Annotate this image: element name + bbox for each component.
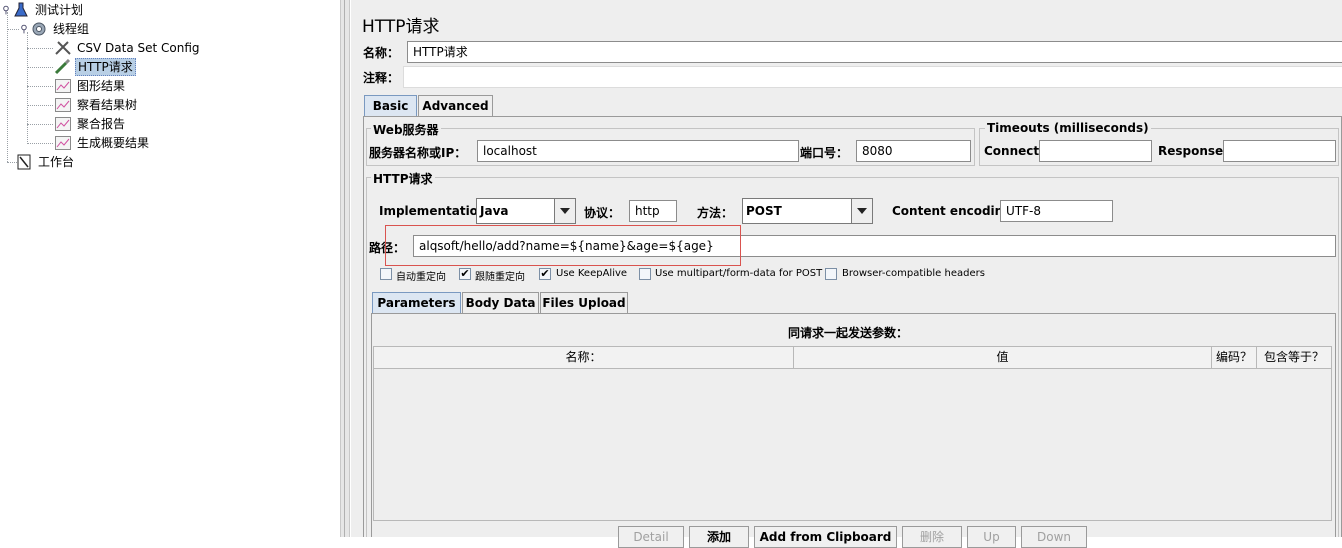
parameters-table: 名称： 值 编码？ 包含等于？ <box>373 346 1332 521</box>
multipart-checkbox[interactable] <box>639 268 651 280</box>
follow-redirects-label: 跟随重定向 <box>475 272 525 283</box>
down-button[interactable]: Down <box>1021 526 1087 548</box>
up-button[interactable]: Up <box>967 526 1016 548</box>
wrench-scissors-icon <box>54 40 72 56</box>
tab-parameters[interactable]: Parameters <box>372 292 461 313</box>
server-label: 服务器名称或IP： <box>369 146 467 160</box>
detail-button[interactable]: Detail <box>618 526 684 548</box>
web-server-group-title: Web服务器 <box>371 121 441 138</box>
follow-redirects-checkbox[interactable]: ✔ <box>459 268 471 280</box>
multipart-label: Use multipart/form-data for POST <box>655 268 823 279</box>
tree-node-http-request[interactable]: HTTP请求 <box>54 58 136 76</box>
connect-input[interactable] <box>1039 140 1152 162</box>
tab-advanced[interactable]: Advanced <box>418 95 493 116</box>
encoding-input[interactable]: UTF-8 <box>1000 200 1113 222</box>
timeouts-group-title: Timeouts (milliseconds) <box>985 121 1151 135</box>
pipette-icon <box>54 59 72 75</box>
tree-node-summary-results[interactable]: 生成概要结果 <box>54 134 151 152</box>
tree-line <box>27 143 53 144</box>
auto-redirect-checkbox[interactable] <box>380 268 392 280</box>
port-input[interactable]: 8080 <box>856 140 971 162</box>
comment-label: 注释： <box>363 71 400 85</box>
server-input[interactable]: localhost <box>477 140 799 162</box>
delete-button[interactable]: 删除 <box>902 526 962 548</box>
tree-line <box>7 12 8 162</box>
protocol-input[interactable]: http <box>629 200 677 222</box>
graph-results-icon <box>54 116 72 132</box>
protocol-label: 协议： <box>584 206 621 220</box>
tree-label: 测试计划 <box>35 3 84 17</box>
tree-label: 工作台 <box>38 155 75 169</box>
implementation-value: Java <box>480 204 509 218</box>
tree-node-thread-group[interactable]: ⚲ 线程组 <box>18 20 91 38</box>
tree-line <box>27 86 53 87</box>
tab-files-upload[interactable]: Files Upload <box>540 292 628 313</box>
tab-basic[interactable]: Basic <box>364 95 417 116</box>
connect-label: Connect: <box>984 144 1044 158</box>
encoding-label: Content encoding: <box>892 204 1017 218</box>
tree-node-test-plan[interactable]: ⚲ 测试计划 <box>0 1 85 19</box>
tree-label: 图形结果 <box>77 79 126 93</box>
expand-handle-icon[interactable]: ⚲ <box>0 5 12 16</box>
column-header-name[interactable]: 名称： <box>374 347 794 369</box>
tree-node-view-results-tree[interactable]: 察看结果树 <box>54 96 139 114</box>
graph-results-icon <box>54 97 72 113</box>
http-request-group-title: HTTP请求 <box>371 170 435 187</box>
http-request-panel: HTTP请求 名称： HTTP请求 注释： Basic Advanced Web… <box>351 0 1342 548</box>
tree-line <box>27 48 53 49</box>
split-pane-divider[interactable] <box>340 0 350 537</box>
method-value: POST <box>746 204 782 218</box>
column-header-encode[interactable]: 编码？ <box>1212 347 1257 369</box>
expand-handle-icon[interactable]: ⚲ <box>18 24 30 35</box>
name-label: 名称： <box>363 46 400 60</box>
column-header-include-equals[interactable]: 包含等于？ <box>1257 347 1331 369</box>
tree-label: 察看结果树 <box>77 98 138 112</box>
tree-node-csv-config[interactable]: CSV Data Set Config <box>54 39 202 57</box>
tree-node-graph-results[interactable]: 图形结果 <box>54 77 127 95</box>
highlight-box <box>385 225 741 266</box>
tree-label: 线程组 <box>53 22 90 36</box>
column-header-value[interactable]: 值 <box>794 347 1212 369</box>
gear-icon <box>30 21 48 37</box>
browser-headers-label: Browser-compatible headers <box>842 268 985 279</box>
response-label: Response: <box>1158 144 1228 158</box>
add-button[interactable]: 添加 <box>689 526 749 548</box>
params-caption: 同请求一起发送参数： <box>788 326 909 340</box>
flask-icon <box>12 2 30 18</box>
graph-results-icon <box>54 135 72 151</box>
implementation-label: Implementation: <box>379 204 492 218</box>
divider-line <box>344 0 345 537</box>
chevron-down-icon[interactable] <box>851 199 872 223</box>
tab-body-data[interactable]: Body Data <box>462 292 539 313</box>
response-input[interactable] <box>1223 140 1336 162</box>
port-label: 端口号： <box>800 146 849 160</box>
comment-input[interactable] <box>403 66 1342 88</box>
chevron-down-icon[interactable] <box>554 199 575 223</box>
keepalive-label: Use KeepAlive <box>556 268 628 279</box>
graph-results-icon <box>54 78 72 94</box>
tree-line <box>27 67 53 68</box>
name-input[interactable]: HTTP请求 <box>407 41 1342 63</box>
tree-line <box>27 105 53 106</box>
auto-redirect-label: 自动重定向 <box>396 272 446 283</box>
method-select[interactable]: POST <box>742 198 873 224</box>
tree-label: CSV Data Set Config <box>77 41 200 55</box>
add-from-clipboard-button[interactable]: Add from Clipboard <box>754 526 897 548</box>
method-label: 方法： <box>697 206 734 220</box>
tree-node-aggregate-report[interactable]: 聚合报告 <box>54 115 127 133</box>
browser-headers-checkbox[interactable] <box>825 268 837 280</box>
tree-label: 聚合报告 <box>77 117 126 131</box>
tree-line <box>27 124 53 125</box>
panel-title: HTTP请求 <box>362 17 440 37</box>
workbench-icon <box>15 154 33 170</box>
tree-label: HTTP请求 <box>75 58 136 76</box>
test-plan-tree: ⚲ 测试计划 ⚲ 线程组 CSV Data Set Config HTTP请求 … <box>0 0 340 537</box>
keepalive-checkbox[interactable]: ✔ <box>539 268 551 280</box>
implementation-select[interactable]: Java <box>476 198 576 224</box>
tree-label: 生成概要结果 <box>77 136 150 150</box>
tree-node-workbench[interactable]: 工作台 <box>15 153 76 171</box>
